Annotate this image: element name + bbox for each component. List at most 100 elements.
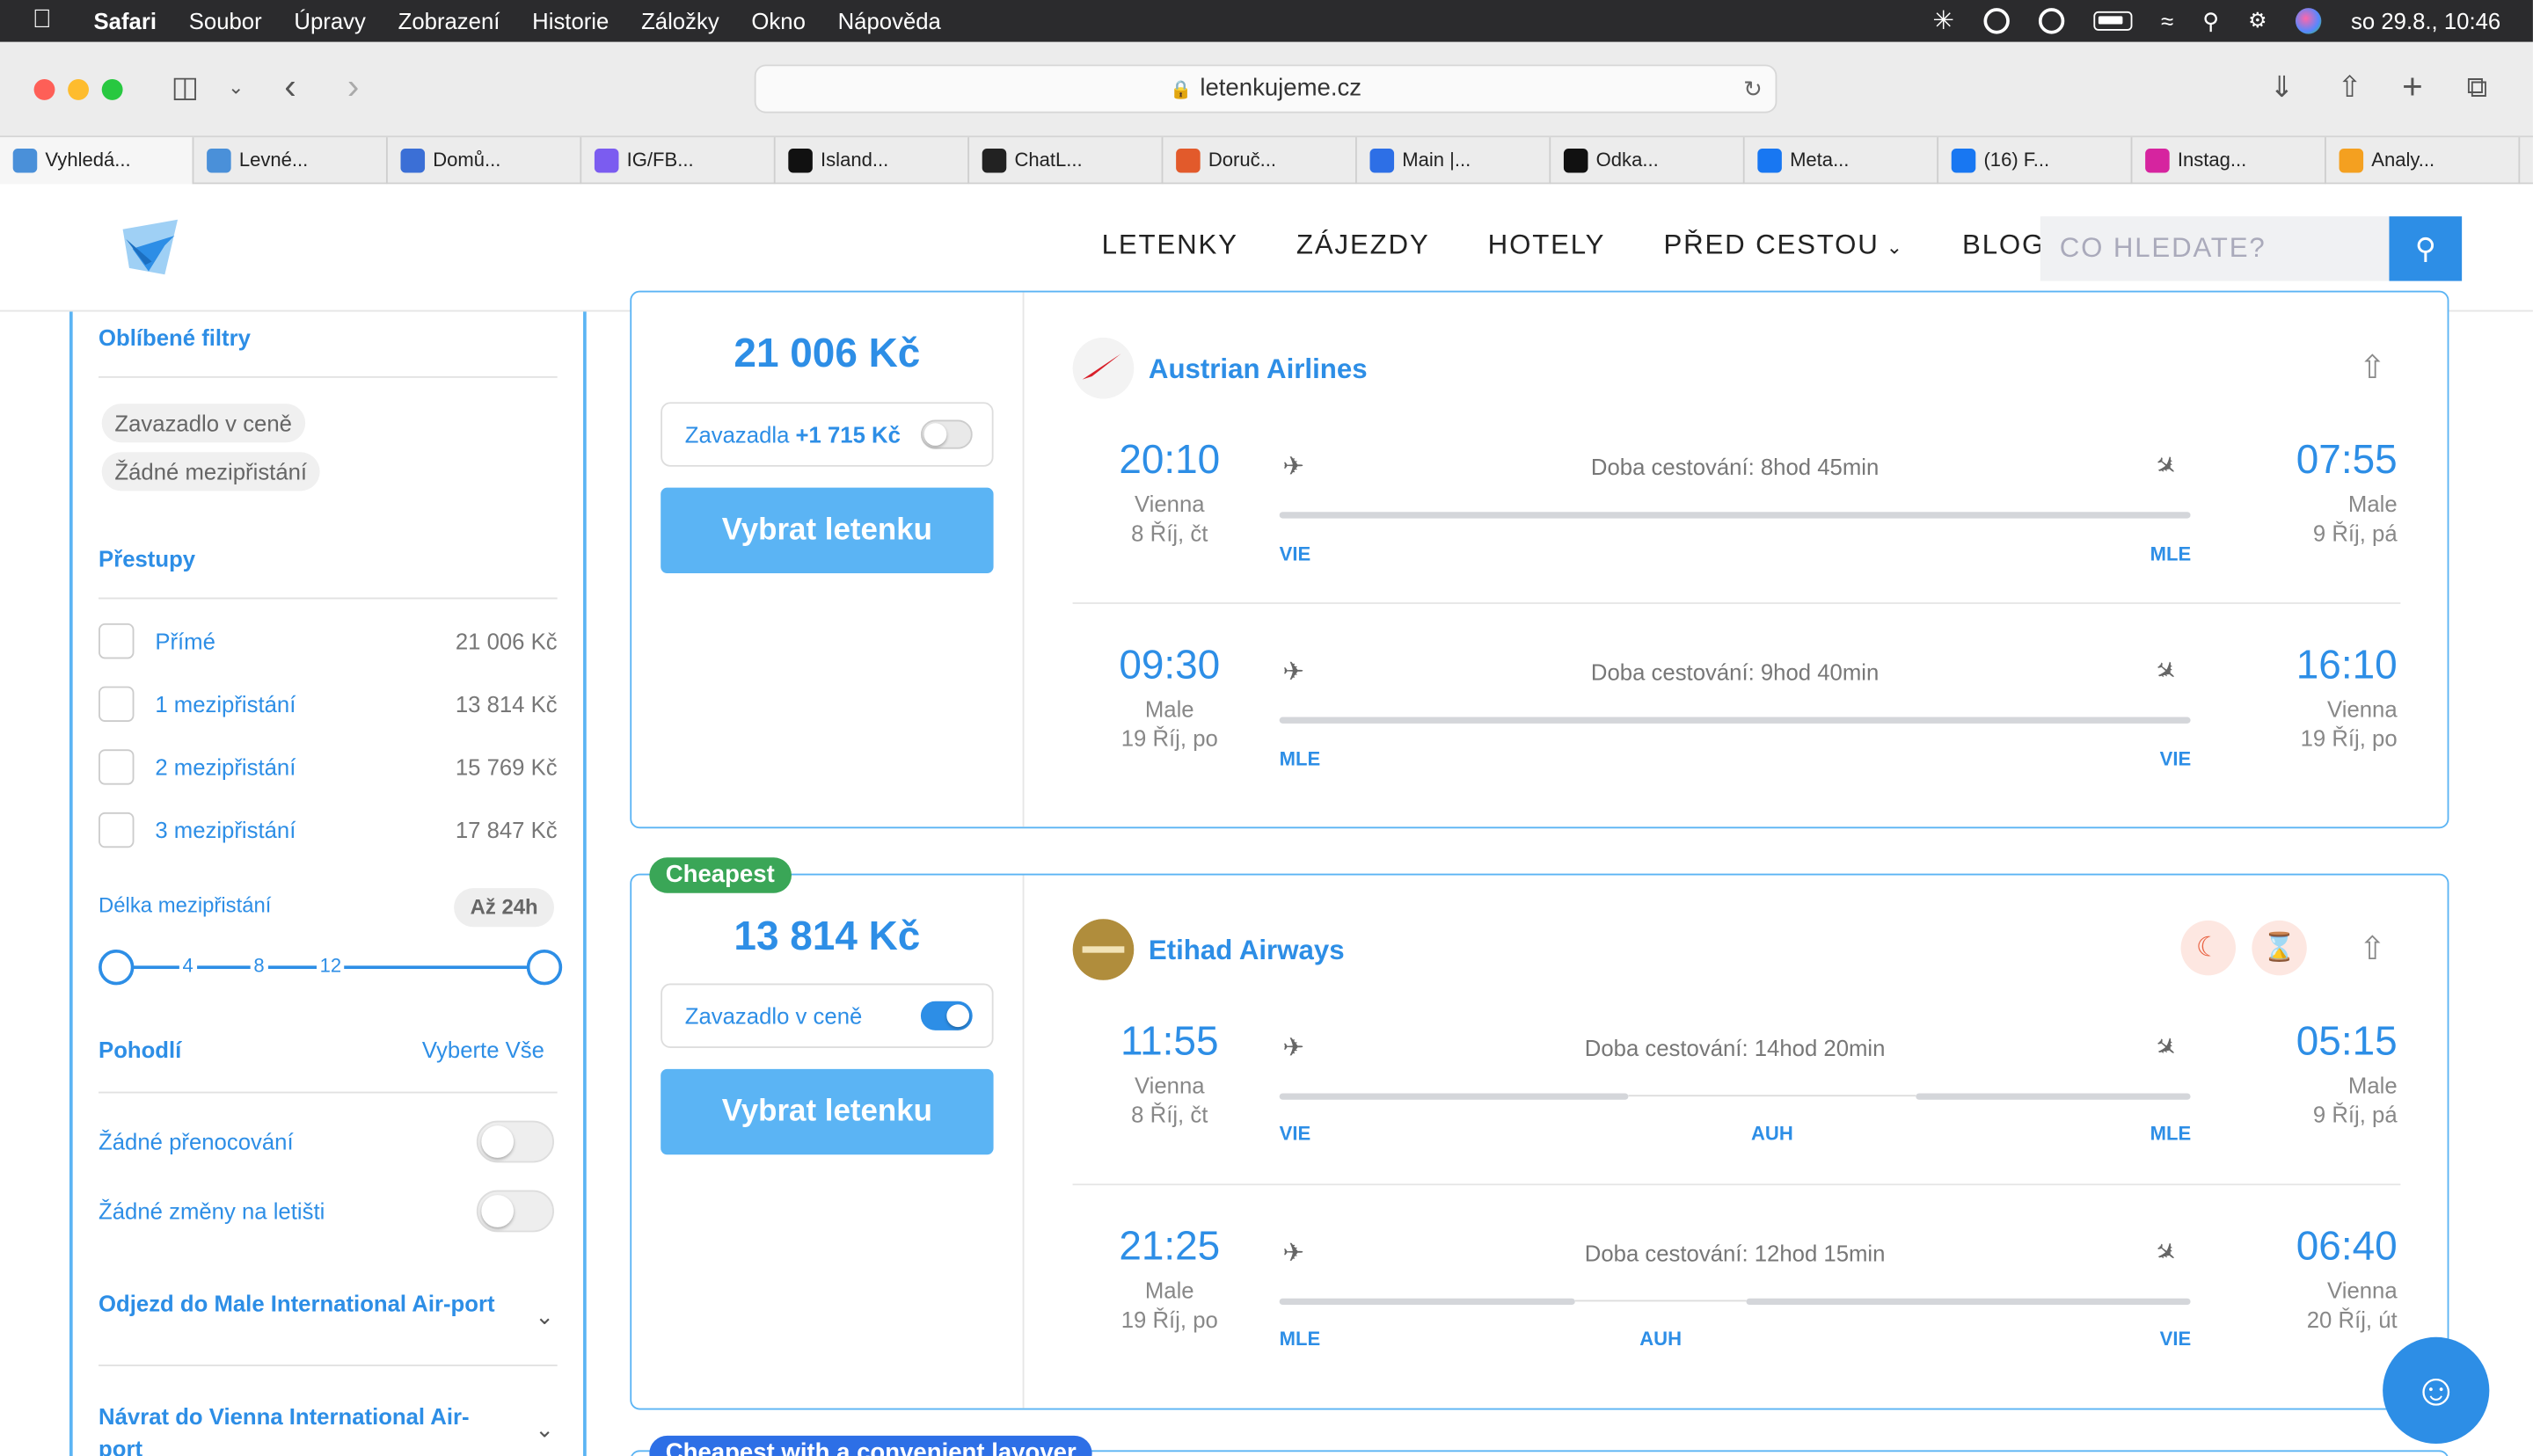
baggage-label: Zavazadlo v ceně: [684, 1002, 863, 1029]
divider: [99, 597, 558, 600]
departure-accordion[interactable]: Odjezd do Male International Air-port: [99, 1287, 502, 1320]
menu-help[interactable]: Nápověda: [838, 8, 941, 33]
baggage-extra-price: +1 715 Kč: [795, 421, 901, 448]
divider: [99, 1365, 558, 1366]
filter-sidebar: Oblíbené filtry Zavazadlo v ceně Žádné m…: [69, 311, 587, 1456]
menu-window[interactable]: Okno: [751, 8, 805, 33]
nav-hotely[interactable]: HOTELY: [1488, 229, 1606, 262]
share-icon[interactable]: ⇧: [2338, 69, 2362, 105]
select-ticket-button[interactable]: Vybrat letenku: [661, 1068, 994, 1155]
slider-min-handle[interactable]: [99, 949, 135, 986]
browser-tab[interactable]: Island...: [776, 137, 970, 186]
baggage-toggle[interactable]: [920, 419, 973, 449]
browser-tab[interactable]: IG/FB...: [581, 137, 776, 186]
select-ticket-button[interactable]: Vybrat letenku: [661, 487, 994, 574]
browser-tab[interactable]: Vyhledá...: [0, 137, 194, 186]
menu-bookmarks[interactable]: Záložky: [641, 8, 719, 33]
nav-zajezdy[interactable]: ZÁJEZDY: [1296, 229, 1430, 262]
browser-tab[interactable]: Analy...: [2326, 137, 2521, 186]
checkbox[interactable]: [99, 686, 135, 723]
share-icon[interactable]: ⇧: [2359, 347, 2386, 388]
tab-overview-icon[interactable]: ⧉: [2467, 69, 2488, 105]
nav-blog[interactable]: BLOG: [1962, 229, 2045, 262]
browser-tab[interactable]: ChatL...: [969, 137, 1164, 186]
apple-icon[interactable]: : [33, 6, 65, 35]
checkbox[interactable]: [99, 622, 135, 659]
baggage-toggle[interactable]: [920, 1001, 973, 1030]
share-icon[interactable]: ⇧: [2359, 928, 2386, 969]
favicon-icon: [594, 148, 619, 173]
filter-direct[interactable]: Přímé 21 006 Kč: [99, 622, 558, 662]
browser-tab[interactable]: Domů...: [388, 137, 582, 186]
search-input[interactable]: CO HLEDATE?: [2040, 216, 2390, 281]
browser-tab[interactable]: Levné...: [193, 137, 388, 186]
baggage-option[interactable]: Zavazadlo v ceně: [661, 983, 994, 1049]
chevron-down-icon[interactable]: ⌄: [228, 69, 244, 105]
address-bar[interactable]: 🔒 letenkujeme.cz ↻: [754, 64, 1777, 113]
flight-bar: [1279, 717, 2191, 724]
divider: [99, 1091, 558, 1094]
reload-icon[interactable]: ↻: [1743, 66, 1763, 111]
menu-history[interactable]: Historie: [532, 8, 609, 33]
overnight-moon-icon[interactable]: ☾: [2180, 920, 2236, 976]
arrival-date: 19 Říj, po: [2300, 724, 2398, 752]
checkbox[interactable]: [99, 749, 135, 785]
menu-view[interactable]: Zobrazení: [398, 8, 500, 33]
favicon-icon: [982, 148, 1007, 173]
menu-edit[interactable]: Úpravy: [294, 8, 365, 33]
chatbot-button[interactable]: ☺: [2383, 1336, 2490, 1445]
wifi-icon[interactable]: ≈: [2161, 8, 2173, 33]
zoom-window-button[interactable]: [101, 78, 123, 100]
battery-icon[interactable]: [2092, 11, 2132, 31]
select-all-link[interactable]: Vyberte Vše: [422, 1037, 544, 1062]
forward-icon[interactable]: ›: [347, 69, 359, 105]
sparkle-icon[interactable]: ✳: [1932, 5, 1954, 38]
menu-app-name[interactable]: Safari: [94, 8, 157, 33]
arrival-time: 05:15: [2296, 1018, 2398, 1065]
browser-tab[interactable]: Meta...: [1745, 137, 1939, 186]
openai-icon[interactable]: [1983, 8, 2010, 34]
sidebar-toggle-icon[interactable]: ◫: [172, 69, 199, 105]
baggage-option[interactable]: Zavazadla +1 715 Kč: [661, 402, 994, 467]
hourglass-icon[interactable]: ⌛: [2252, 920, 2307, 976]
chip-no-stops[interactable]: Žádné mezipřistání: [101, 452, 320, 491]
minimize-window-button[interactable]: [68, 78, 90, 100]
layover-line: [1628, 1095, 1916, 1097]
search-button[interactable]: ⚲: [2389, 216, 2463, 281]
chip-baggage-included[interactable]: Zavazadlo v ceně: [101, 404, 305, 443]
filter-1-stop[interactable]: 1 mezipřistání 13 814 Kč: [99, 686, 558, 725]
browser-tab[interactable]: (16) F...: [1938, 137, 2133, 186]
downloads-icon[interactable]: ⇓: [2270, 69, 2295, 105]
browser-tab[interactable]: Odka...: [1551, 137, 1745, 186]
browser-tab[interactable]: Instag...: [2132, 137, 2326, 186]
chevron-down-icon[interactable]: ⌄: [535, 1303, 554, 1330]
filter-3-stops[interactable]: 3 mezipřistání 17 847 Kč: [99, 812, 558, 851]
no-overnight-label: Žádné přenocování: [99, 1128, 294, 1155]
back-icon[interactable]: ‹: [284, 69, 296, 105]
browser-tab[interactable]: Main |...: [1357, 137, 1551, 186]
departure-city: Male: [1144, 1277, 1194, 1304]
slider-max-handle[interactable]: [526, 949, 563, 986]
filter-2-stops[interactable]: 2 mezipřistání 15 769 Kč: [99, 749, 558, 788]
no-airport-change-toggle[interactable]: [476, 1190, 554, 1233]
nav-letenky[interactable]: LETENKY: [1102, 229, 1238, 262]
site-logo[interactable]: [116, 216, 184, 280]
macos-menubar:  Safari Soubor Úpravy Zobrazení Histori…: [0, 0, 2533, 42]
chevron-down-icon[interactable]: ⌄: [535, 1416, 554, 1444]
siri-icon[interactable]: [2296, 8, 2322, 34]
return-accordion[interactable]: Návrat do Vienna International Air-port: [99, 1400, 502, 1456]
favorite-filters-title: Oblíbené filtry: [99, 324, 251, 351]
browser-tab[interactable]: Doruč...: [1163, 137, 1357, 186]
flight-segment-bar: [1279, 1093, 1629, 1100]
spotlight-icon[interactable]: ⚲: [2202, 7, 2219, 34]
close-window-button[interactable]: [33, 78, 55, 100]
play-icon[interactable]: [2038, 8, 2064, 34]
new-tab-icon[interactable]: +: [2402, 69, 2423, 105]
tab-label: IG/FB...: [626, 148, 694, 171]
menu-file[interactable]: Soubor: [189, 8, 262, 33]
menubar-clock[interactable]: so 29.8., 10:46: [2351, 8, 2500, 33]
nav-pred-cestou[interactable]: PŘED CESTOU: [1663, 229, 1903, 262]
checkbox[interactable]: [99, 812, 135, 848]
no-overnight-toggle[interactable]: [476, 1120, 554, 1163]
control-center-icon[interactable]: ⚙: [2248, 8, 2267, 33]
